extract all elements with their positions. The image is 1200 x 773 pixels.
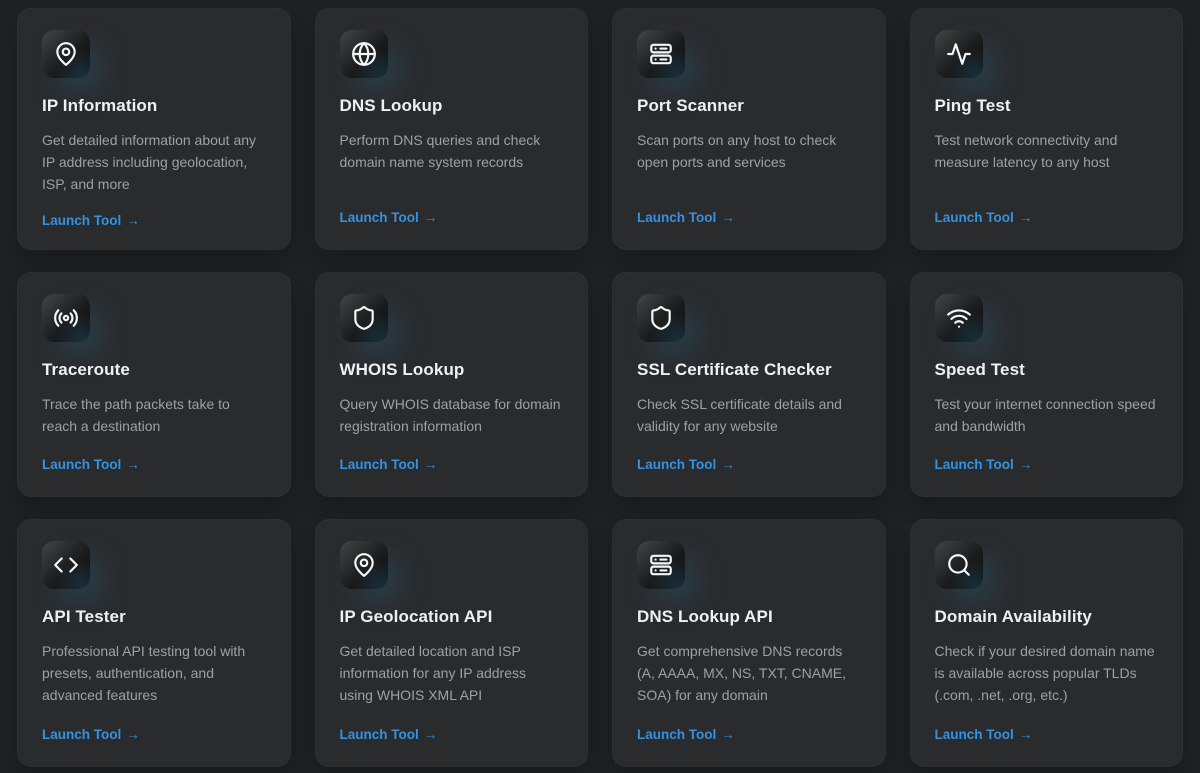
arrow-right-icon: → bbox=[721, 727, 735, 742]
launch-tool-link[interactable]: Launch Tool → bbox=[42, 213, 140, 228]
tool-card-ping-test[interactable]: Ping Test Test network connectivity and … bbox=[910, 8, 1184, 250]
tool-icon-tile bbox=[42, 30, 90, 78]
arrow-right-icon: → bbox=[424, 727, 438, 742]
tool-title: WHOIS Lookup bbox=[340, 360, 465, 380]
launch-tool-label: Launch Tool bbox=[42, 213, 121, 228]
launch-tool-link[interactable]: Launch Tool → bbox=[340, 457, 438, 472]
launch-tool-link[interactable]: Launch Tool → bbox=[42, 727, 140, 742]
server-icon bbox=[648, 41, 674, 67]
radio-icon bbox=[53, 305, 79, 331]
arrow-right-icon: → bbox=[126, 457, 140, 472]
tool-icon-tile bbox=[340, 541, 388, 589]
tool-title: API Tester bbox=[42, 607, 126, 627]
arrow-right-icon: → bbox=[126, 213, 140, 228]
launch-tool-label: Launch Tool bbox=[340, 727, 419, 742]
tool-description: Trace the path packets take to reach a d… bbox=[42, 393, 266, 437]
launch-tool-link[interactable]: Launch Tool → bbox=[637, 457, 735, 472]
tool-card-port-scanner[interactable]: Port Scanner Scan ports on any host to c… bbox=[612, 8, 886, 250]
tool-title: SSL Certificate Checker bbox=[637, 360, 832, 380]
tool-icon-tile bbox=[935, 30, 983, 78]
tool-card-ip-geolocation-api[interactable]: IP Geolocation API Get detailed location… bbox=[315, 519, 589, 767]
tool-description: Check if your desired domain name is ava… bbox=[935, 640, 1159, 706]
tool-icon-tile bbox=[935, 541, 983, 589]
tool-icon-tile bbox=[42, 294, 90, 342]
launch-tool-link[interactable]: Launch Tool → bbox=[935, 457, 1033, 472]
tool-description: Get comprehensive DNS records (A, AAAA, … bbox=[637, 640, 861, 706]
launch-tool-link[interactable]: Launch Tool → bbox=[637, 727, 735, 742]
launch-tool-label: Launch Tool bbox=[935, 457, 1014, 472]
tool-description: Test your internet connection speed and … bbox=[935, 393, 1159, 437]
launch-tool-label: Launch Tool bbox=[637, 457, 716, 472]
search-icon bbox=[946, 552, 972, 578]
launch-tool-label: Launch Tool bbox=[42, 727, 121, 742]
wifi-icon bbox=[946, 305, 972, 331]
launch-tool-label: Launch Tool bbox=[637, 210, 716, 225]
tool-title: Port Scanner bbox=[637, 96, 744, 116]
arrow-right-icon: → bbox=[1019, 457, 1033, 472]
tool-card-ip-information[interactable]: IP Information Get detailed information … bbox=[17, 8, 291, 250]
tool-icon-tile bbox=[637, 30, 685, 78]
arrow-right-icon: → bbox=[721, 457, 735, 472]
tool-card-domain-availability[interactable]: Domain Availability Check if your desire… bbox=[910, 519, 1184, 767]
tool-title: DNS Lookup API bbox=[637, 607, 773, 627]
launch-tool-link[interactable]: Launch Tool → bbox=[935, 210, 1033, 225]
tool-card-dns-lookup[interactable]: DNS Lookup Perform DNS queries and check… bbox=[315, 8, 589, 250]
tool-title: DNS Lookup bbox=[340, 96, 443, 116]
tool-icon-tile bbox=[340, 30, 388, 78]
tool-title: Ping Test bbox=[935, 96, 1011, 116]
tool-description: Professional API testing tool with prese… bbox=[42, 640, 266, 706]
globe-icon bbox=[351, 41, 377, 67]
map-pin-icon bbox=[351, 552, 377, 578]
tool-title: Traceroute bbox=[42, 360, 130, 380]
tool-title: IP Geolocation API bbox=[340, 607, 493, 627]
tool-card-dns-lookup-api[interactable]: DNS Lookup API Get comprehensive DNS rec… bbox=[612, 519, 886, 767]
code-icon bbox=[53, 552, 79, 578]
tool-icon-tile bbox=[637, 294, 685, 342]
tool-description: Scan ports on any host to check open por… bbox=[637, 129, 861, 173]
tool-card-ssl-certificate-checker[interactable]: SSL Certificate Checker Check SSL certif… bbox=[612, 272, 886, 497]
tool-description: Query WHOIS database for domain registra… bbox=[340, 393, 564, 437]
tools-grid: IP Information Get detailed information … bbox=[0, 0, 1200, 767]
arrow-right-icon: → bbox=[1019, 210, 1033, 225]
tool-icon-tile bbox=[42, 541, 90, 589]
server-icon bbox=[648, 552, 674, 578]
tool-icon-tile bbox=[637, 541, 685, 589]
tool-title: Domain Availability bbox=[935, 607, 1092, 627]
launch-tool-link[interactable]: Launch Tool → bbox=[637, 210, 735, 225]
launch-tool-label: Launch Tool bbox=[42, 457, 121, 472]
tool-description: Get detailed information about any IP ad… bbox=[42, 129, 266, 195]
launch-tool-label: Launch Tool bbox=[935, 727, 1014, 742]
launch-tool-label: Launch Tool bbox=[637, 727, 716, 742]
arrow-right-icon: → bbox=[424, 210, 438, 225]
activity-icon bbox=[946, 41, 972, 67]
shield-icon bbox=[648, 305, 674, 331]
launch-tool-link[interactable]: Launch Tool → bbox=[340, 210, 438, 225]
launch-tool-link[interactable]: Launch Tool → bbox=[340, 727, 438, 742]
tool-icon-tile bbox=[935, 294, 983, 342]
launch-tool-link[interactable]: Launch Tool → bbox=[935, 727, 1033, 742]
launch-tool-label: Launch Tool bbox=[340, 210, 419, 225]
tool-title: Speed Test bbox=[935, 360, 1025, 380]
tool-card-speed-test[interactable]: Speed Test Test your internet connection… bbox=[910, 272, 1184, 497]
tool-icon-tile bbox=[340, 294, 388, 342]
tool-description: Perform DNS queries and check domain nam… bbox=[340, 129, 564, 173]
arrow-right-icon: → bbox=[424, 457, 438, 472]
tool-description: Get detailed location and ISP informatio… bbox=[340, 640, 564, 706]
tool-card-api-tester[interactable]: API Tester Professional API testing tool… bbox=[17, 519, 291, 767]
arrow-right-icon: → bbox=[126, 727, 140, 742]
tool-card-traceroute[interactable]: Traceroute Trace the path packets take t… bbox=[17, 272, 291, 497]
tool-description: Check SSL certificate details and validi… bbox=[637, 393, 861, 437]
launch-tool-label: Launch Tool bbox=[340, 457, 419, 472]
arrow-right-icon: → bbox=[721, 210, 735, 225]
arrow-right-icon: → bbox=[1019, 727, 1033, 742]
shield-icon bbox=[351, 305, 377, 331]
tool-card-whois-lookup[interactable]: WHOIS Lookup Query WHOIS database for do… bbox=[315, 272, 589, 497]
tool-description: Test network connectivity and measure la… bbox=[935, 129, 1159, 173]
launch-tool-link[interactable]: Launch Tool → bbox=[42, 457, 140, 472]
tool-title: IP Information bbox=[42, 96, 157, 116]
map-pin-icon bbox=[53, 41, 79, 67]
launch-tool-label: Launch Tool bbox=[935, 210, 1014, 225]
